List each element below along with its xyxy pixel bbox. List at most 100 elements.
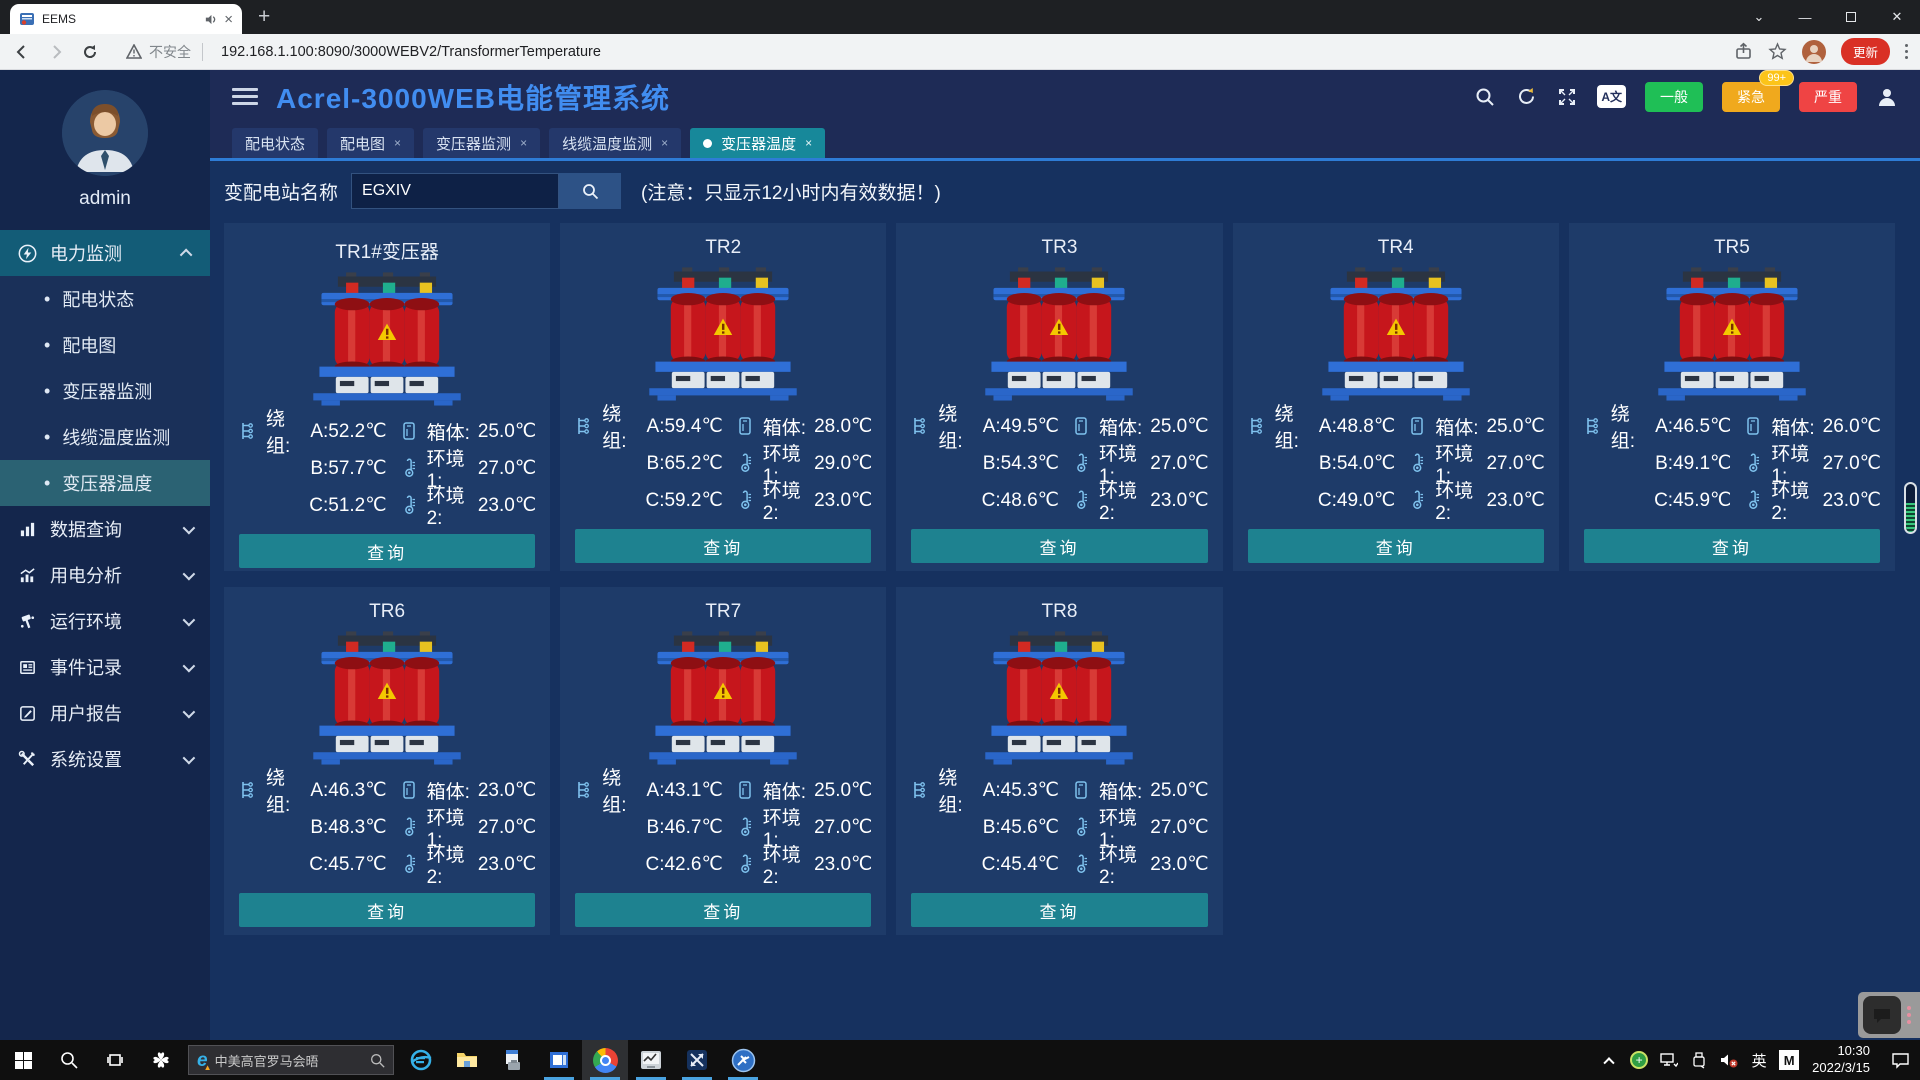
query-button[interactable]: 查询 xyxy=(1248,529,1544,563)
app-icon-project[interactable] xyxy=(490,1040,536,1080)
taskbar-search-icon[interactable] xyxy=(46,1040,92,1080)
fullscreen-icon[interactable] xyxy=(1556,86,1578,108)
tab-close-icon[interactable]: × xyxy=(224,12,233,27)
transformer-card: TR4 xyxy=(1233,223,1559,571)
sidebar-group-label: 系统设置 xyxy=(50,746,122,772)
box-icon xyxy=(1071,416,1091,436)
refresh-icon[interactable] xyxy=(80,42,100,62)
sidebar-group-settings[interactable]: 系统设置 xyxy=(0,736,210,782)
start-button[interactable] xyxy=(0,1040,46,1080)
transformer-name: TR8 xyxy=(896,601,1222,623)
tray-expand-icon[interactable] xyxy=(1594,1040,1624,1080)
sidebar-group-event-log[interactable]: 事件记录 xyxy=(0,644,210,690)
box-value: 25.0℃ xyxy=(478,420,536,443)
translate-icon[interactable]: A文 xyxy=(1597,85,1626,108)
search-icon[interactable] xyxy=(1474,86,1496,108)
profile-avatar[interactable] xyxy=(1802,40,1826,64)
volume-muted-icon[interactable] xyxy=(1714,1040,1744,1080)
winding-b-value: B:49.1℃ xyxy=(1655,452,1731,475)
ime-mode-badge[interactable]: M xyxy=(1774,1040,1804,1080)
browser-menu-icon[interactable] xyxy=(1905,44,1908,59)
ime-language-indicator[interactable]: 英 xyxy=(1744,1040,1774,1080)
sidebar-group-user-report[interactable]: 用户报告 xyxy=(0,690,210,736)
chrome-update-button[interactable]: 更新 xyxy=(1841,38,1890,65)
sidebar-item-dist-status[interactable]: 配电状态 xyxy=(0,276,210,322)
query-button[interactable]: 查询 xyxy=(911,529,1207,563)
ie-app-icon[interactable] xyxy=(398,1040,444,1080)
sidebar-item-transformer-temp[interactable]: 变压器温度 xyxy=(0,460,210,506)
env2-label: 环境2: xyxy=(1435,476,1478,525)
file-explorer-icon[interactable] xyxy=(444,1040,490,1080)
action-center-icon[interactable] xyxy=(1880,1040,1920,1080)
tab-transformer-temp[interactable]: 变压器温度 × xyxy=(690,128,825,158)
taskbar-clock[interactable]: 10:30 2022/3/15 xyxy=(1804,1043,1880,1077)
station-search-button[interactable] xyxy=(559,173,621,209)
winding-a-value: A:49.5℃ xyxy=(983,415,1059,438)
pinned-app-icon[interactable] xyxy=(138,1040,184,1080)
task-view-icon[interactable] xyxy=(92,1040,138,1080)
sidebar-group-power-monitor[interactable]: 电力监测 xyxy=(0,230,210,276)
forward-icon[interactable] xyxy=(46,42,66,62)
tab-transformer-monitor[interactable]: 变压器监测× xyxy=(423,128,540,158)
sidebar-group-environment[interactable]: 运行环境 xyxy=(0,598,210,644)
close-window-button[interactable]: ✕ xyxy=(1874,0,1920,34)
feedback-widget[interactable] xyxy=(1858,992,1920,1038)
query-button[interactable]: 查询 xyxy=(239,893,535,927)
query-button[interactable]: 查询 xyxy=(239,534,535,568)
alarm-severe-button[interactable]: 严重 xyxy=(1799,82,1857,112)
tab-label: 线缆温度监测 xyxy=(562,133,652,154)
tab-close-icon[interactable]: × xyxy=(661,136,668,150)
tab-label: 变压器温度 xyxy=(721,133,796,154)
chrome-app-icon[interactable] xyxy=(582,1040,628,1080)
transformer-name: TR3 xyxy=(896,237,1222,259)
tray-antivirus-icon[interactable]: + xyxy=(1624,1040,1654,1080)
url-text[interactable]: 192.168.1.100:8090/3000WEBV2/Transformer… xyxy=(221,44,1720,60)
user-avatar[interactable] xyxy=(62,90,148,176)
alarm-urgent-button[interactable]: 紧急99+ xyxy=(1722,82,1780,112)
thermometer-icon xyxy=(1407,490,1427,510)
sidebar-group-data-query[interactable]: 数据查询 xyxy=(0,506,210,552)
refresh-icon[interactable] xyxy=(1515,86,1537,108)
sidebar-item-transformer-monitor[interactable]: 变压器监测 xyxy=(0,368,210,414)
query-button[interactable]: 查询 xyxy=(575,529,871,563)
network-icon[interactable] xyxy=(1654,1040,1684,1080)
username: admin xyxy=(0,188,210,210)
usb-icon[interactable] xyxy=(1684,1040,1714,1080)
winding-b-value: B:54.0℃ xyxy=(1319,452,1395,475)
browser-tab[interactable]: EEMS × xyxy=(10,4,242,34)
clock-time: 10:30 xyxy=(1812,1043,1870,1060)
menu-toggle-icon[interactable] xyxy=(232,88,258,105)
back-icon[interactable] xyxy=(12,42,32,62)
sidebar-submenu: 配电状态 配电图 变压器监测 线缆温度监测 变压器温度 xyxy=(0,276,210,506)
query-button[interactable]: 查询 xyxy=(911,893,1207,927)
scrollbar-thumb[interactable] xyxy=(1904,482,1917,534)
app-icon-admin-tools[interactable] xyxy=(720,1040,766,1080)
tab-dist-diagram[interactable]: 配电图× xyxy=(327,128,414,158)
app-icon-window[interactable] xyxy=(536,1040,582,1080)
sidebar-item-cable-temp[interactable]: 线缆温度监测 xyxy=(0,414,210,460)
tab-cable-temp[interactable]: 线缆温度监测 × xyxy=(549,128,681,158)
app-icon-monitor-tool[interactable] xyxy=(628,1040,674,1080)
tab-close-icon[interactable]: × xyxy=(805,136,812,150)
tab-search-icon[interactable]: ⌄ xyxy=(1736,0,1782,34)
alarm-general-button[interactable]: 一般 xyxy=(1645,82,1703,112)
minimize-button[interactable]: — xyxy=(1782,0,1828,34)
sidebar-group-usage-analysis[interactable]: 用电分析 xyxy=(0,552,210,598)
tab-close-icon[interactable]: × xyxy=(394,136,401,150)
taskbar-search-box[interactable]: e▲ 中美高官罗马会晤 xyxy=(188,1045,394,1075)
box-icon xyxy=(1743,416,1763,436)
app-icon-nx[interactable] xyxy=(674,1040,720,1080)
station-search-input[interactable] xyxy=(351,173,559,209)
bookmark-star-icon[interactable] xyxy=(1768,42,1787,61)
new-tab-button[interactable]: + xyxy=(258,5,270,29)
maximize-button[interactable] xyxy=(1828,0,1874,34)
query-button[interactable]: 查询 xyxy=(1584,529,1880,563)
security-chip[interactable]: 不安全 xyxy=(126,42,207,62)
tab-close-icon[interactable]: × xyxy=(520,136,527,150)
query-button[interactable]: 查询 xyxy=(575,893,871,927)
user-icon[interactable] xyxy=(1876,86,1898,108)
tab-audio-icon[interactable] xyxy=(204,13,217,26)
sidebar-item-dist-diagram[interactable]: 配电图 xyxy=(0,322,210,368)
share-icon[interactable] xyxy=(1734,42,1753,61)
tab-dist-status[interactable]: 配电状态 xyxy=(232,128,318,158)
